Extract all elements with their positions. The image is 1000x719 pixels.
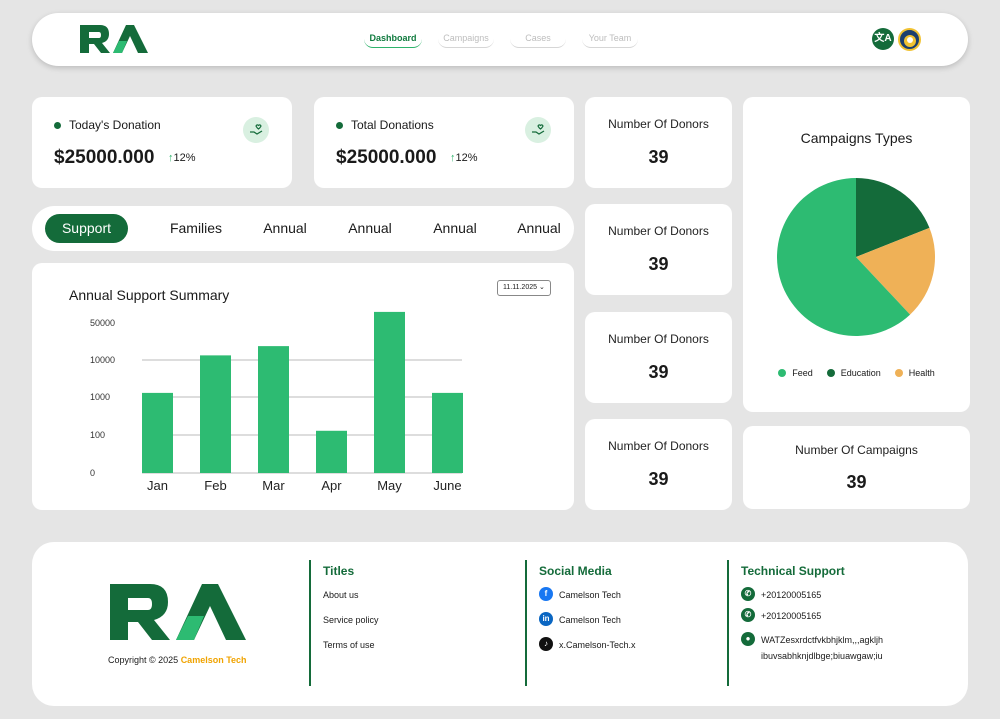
- tab-annual[interactable]: Annual: [508, 214, 570, 243]
- footer: Copyright © 2025 Camelson Tech Titles Ab…: [32, 542, 968, 706]
- footer-heading: Social Media: [539, 564, 612, 578]
- y-tick-label: 100: [90, 430, 105, 440]
- facebook-icon: f: [539, 587, 553, 601]
- campaigns-count-card: Number Of Campaigns 39: [743, 426, 970, 509]
- main-nav: Dashboard Campaigns Cases Your Team: [364, 30, 638, 48]
- donation-hand-icon: [525, 117, 551, 143]
- donation-hand-icon: [243, 117, 269, 143]
- whatsapp-icon: ✆: [741, 587, 755, 601]
- donors-card: Number Of Donors 39: [585, 204, 732, 295]
- translate-icon[interactable]: 文A: [872, 28, 894, 50]
- tab-support[interactable]: Support: [45, 214, 128, 243]
- bar: [200, 355, 231, 473]
- nav-cases[interactable]: Cases: [510, 30, 566, 48]
- brand-name[interactable]: Camelson Tech: [181, 655, 247, 665]
- donors-value: 39: [648, 469, 669, 489]
- footer-heading: Titles: [323, 564, 355, 578]
- category-tabs: Support Families Annual Annual Annual An…: [32, 206, 574, 251]
- bar: [142, 392, 173, 473]
- bar: [374, 311, 405, 473]
- copyright: Copyright © 2025 Camelson Tech: [108, 655, 247, 665]
- legend-dot: [778, 369, 787, 377]
- y-tick-label: 1000: [90, 392, 110, 402]
- service-policy-link[interactable]: Service policy: [323, 615, 379, 640]
- stat-trend: ↑12%: [168, 152, 196, 164]
- x-tick-label: Feb: [204, 478, 226, 493]
- x-tick-label: May: [377, 478, 402, 493]
- stat-trend: ↑12%: [450, 152, 478, 164]
- nav-dashboard[interactable]: Dashboard: [364, 30, 422, 48]
- bar-chart: 500001000010001000Jan Feb Mar Apr May June: [90, 311, 463, 493]
- y-tick-label: 50000: [90, 318, 115, 328]
- whatsapp-icon: ✆: [741, 608, 755, 622]
- donors-card: Number Of Donors 39: [585, 419, 732, 510]
- linkedin-icon: in: [539, 612, 553, 626]
- campaigns-count-label: Number Of Campaigns: [795, 443, 918, 457]
- bar: [316, 430, 347, 473]
- stat-value: $25000.000: [336, 147, 437, 168]
- address: ● WATZesxrdctfvkbhjklm,,,agkljh ibuvsabhk…: [741, 632, 901, 661]
- phone-link[interactable]: ✆ +20120005165: [741, 608, 901, 632]
- top-navbar: Dashboard Campaigns Cases Your Team 文A: [32, 13, 968, 66]
- campaign-types-card: Campaigns Types Feed Education Health: [743, 97, 970, 412]
- stat-value: $25000.000: [54, 147, 155, 168]
- ra-logo[interactable]: [78, 23, 150, 55]
- donors-label: Number Of Donors: [608, 224, 709, 238]
- y-tick-label: 0: [90, 468, 95, 478]
- stat-label: Today's Donation: [69, 118, 161, 132]
- about-link[interactable]: About us: [323, 590, 379, 615]
- campaigns-count-value: 39: [846, 472, 867, 492]
- total-donations-card: Total Donations $25000.000 ↑12%: [314, 97, 574, 188]
- legend-item-health: Health: [894, 368, 935, 378]
- phone-link[interactable]: ✆ +20120005165: [741, 587, 901, 611]
- tab-annual[interactable]: Annual: [424, 214, 486, 243]
- tab-annual[interactable]: Annual: [339, 214, 401, 243]
- status-dot: [336, 121, 343, 129]
- user-avatar[interactable]: [898, 28, 921, 51]
- donors-card: Number Of Donors 39: [585, 97, 732, 188]
- status-dot: [54, 121, 61, 129]
- footer-heading: Technical Support: [741, 564, 845, 578]
- donors-label: Number Of Donors: [608, 117, 709, 131]
- y-tick-label: 10000: [90, 355, 115, 365]
- donors-value: 39: [648, 362, 669, 382]
- location-pin-icon: ●: [741, 632, 755, 646]
- donors-card: Number Of Donors 39: [585, 312, 732, 403]
- nav-your-team[interactable]: Your Team: [582, 30, 638, 48]
- donors-value: 39: [648, 147, 669, 167]
- tiktok-icon: ♪: [539, 637, 553, 651]
- tab-families[interactable]: Families: [160, 214, 232, 243]
- footer-titles: Titles About us Service policy Terms of …: [309, 560, 379, 686]
- pie-title: Campaigns Types: [800, 130, 913, 146]
- tab-annual[interactable]: Annual: [254, 214, 316, 243]
- x-tick-label: Mar: [262, 478, 285, 493]
- x-tick-label: Jan: [147, 478, 168, 493]
- legend-dot: [826, 369, 835, 377]
- todays-donation-card: Today's Donation $25000.000 ↑12%: [32, 97, 292, 188]
- terms-link[interactable]: Terms of use: [323, 640, 379, 665]
- legend-item-education: Education: [826, 368, 881, 378]
- donors-label: Number Of Donors: [608, 332, 709, 346]
- bar: [432, 392, 463, 473]
- legend-dot: [894, 369, 903, 377]
- stat-label: Total Donations: [351, 118, 434, 132]
- donors-value: 39: [648, 254, 669, 274]
- x-tick-label: Apr: [321, 478, 342, 493]
- annual-support-summary-card: Annual Support Summary 11.11.2025 ⌄ 5000…: [32, 263, 574, 510]
- donors-label: Number Of Donors: [608, 439, 709, 453]
- linkedin-link[interactable]: in Camelson Tech: [539, 612, 636, 640]
- legend-item-feed: Feed: [778, 368, 813, 378]
- bar: [258, 346, 289, 473]
- facebook-link[interactable]: f Camelson Tech: [539, 587, 636, 615]
- tiktok-link[interactable]: ♪ x.Camelson-Tech.x: [539, 637, 636, 665]
- footer-social: Social Media f Camelson Tech in Camelson T…: [525, 560, 636, 686]
- nav-campaigns[interactable]: Campaigns: [438, 30, 494, 48]
- pie-legend: Feed Education Health: [743, 368, 970, 378]
- x-tick-label: June: [433, 478, 461, 493]
- footer-support: Technical Support ✆ +20120005165 ✆ +201200…: [727, 560, 901, 686]
- ra-logo: [110, 584, 246, 640]
